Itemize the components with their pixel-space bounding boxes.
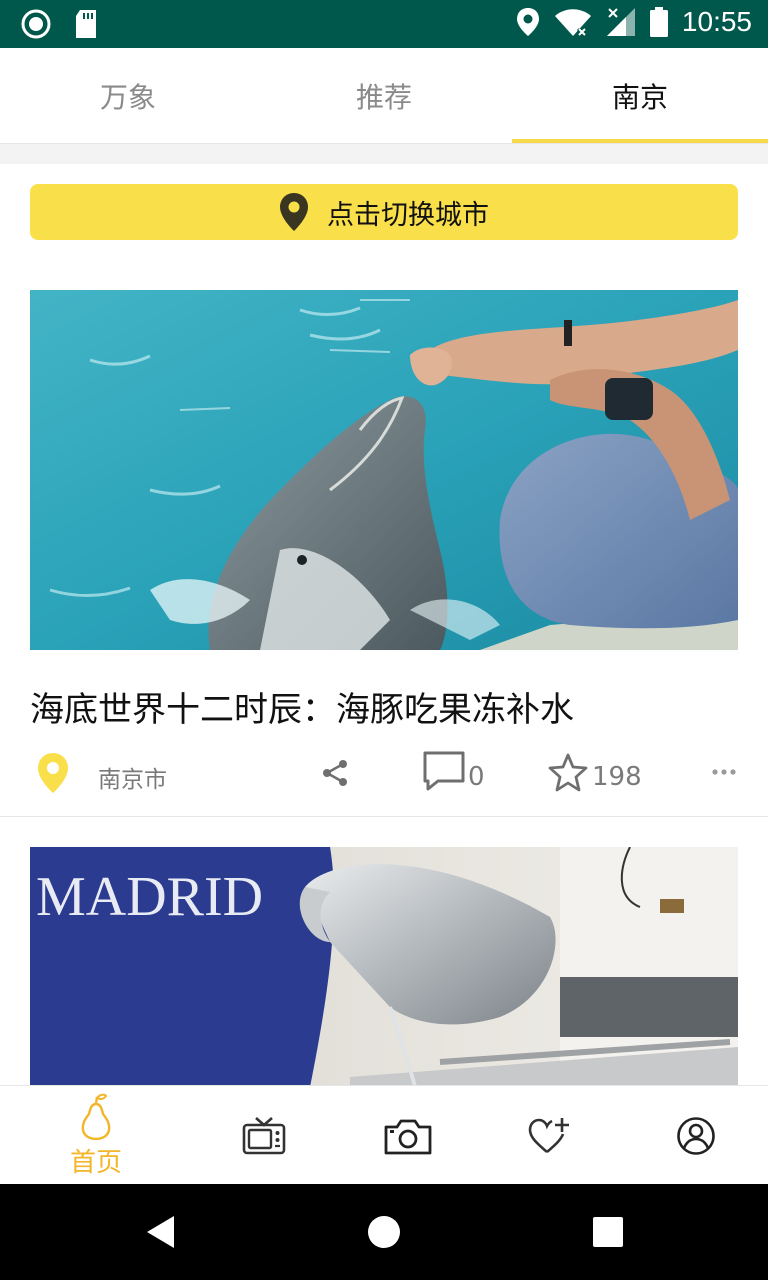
location-pin-icon	[280, 193, 308, 231]
share-icon[interactable]	[320, 758, 350, 788]
nav-home-label: 首页	[69, 1148, 122, 1178]
recents-square-icon	[593, 1217, 623, 1247]
tab-nanjing[interactable]: 南京	[512, 48, 768, 143]
app-screen: 10:55 万象 推荐 南京 点击切换城市 海底世界十二时辰：海豚吃果冻补水 南…	[0, 0, 768, 1280]
system-nav-bar	[0, 1184, 768, 1280]
back-button[interactable]	[136, 1208, 184, 1256]
star-icon[interactable]	[548, 752, 588, 792]
feed-item-image-2[interactable]: MADRID	[30, 847, 738, 1087]
signal-icon	[606, 8, 635, 36]
nav-tv[interactable]	[214, 1086, 314, 1185]
pear-icon	[81, 1093, 111, 1140]
heart-plus-icon	[528, 1117, 569, 1153]
comment-icon[interactable]	[422, 750, 466, 792]
switch-city-button[interactable]: 点击切换城市	[30, 184, 738, 240]
top-tabs: 万象 推荐 南京	[0, 48, 768, 144]
tv-icon	[242, 1116, 286, 1154]
comment-count: 0	[468, 762, 485, 792]
location-icon	[516, 8, 539, 36]
status-bar: 10:55	[0, 0, 768, 48]
circle-notification-icon	[21, 9, 51, 39]
status-left-icons	[20, 8, 100, 40]
nav-profile[interactable]	[646, 1086, 746, 1185]
status-time: 10:55	[681, 6, 752, 37]
madrid-shirt-text: MADRID	[36, 866, 263, 928]
recents-button[interactable]	[584, 1208, 632, 1256]
feed-item-meta: 南京市 0 198	[0, 744, 768, 804]
feed-item-location: 南京市	[98, 767, 167, 793]
home-circle-icon	[368, 1216, 400, 1248]
home-button[interactable]	[360, 1208, 408, 1256]
bottom-nav: 首页	[0, 1085, 768, 1184]
tabs-separator	[0, 144, 768, 164]
feed-item-title[interactable]: 海底世界十二时辰：海豚吃果冻补水	[30, 682, 574, 731]
camera-icon	[384, 1119, 432, 1154]
tab-recommend[interactable]: 推荐	[256, 48, 512, 143]
feed-divider	[0, 816, 768, 817]
star-count: 198	[592, 762, 642, 792]
feed-item-image[interactable]	[30, 290, 738, 650]
pouring-photo: MADRID	[30, 847, 738, 1087]
more-options-icon[interactable]	[712, 768, 736, 776]
tab-wanxiang[interactable]: 万象	[0, 48, 256, 143]
wifi-icon	[554, 9, 591, 37]
location-marker-icon	[38, 753, 68, 793]
back-triangle-icon	[147, 1216, 174, 1248]
nav-home[interactable]: 首页	[46, 1086, 146, 1185]
switch-city-label: 点击切换城市	[327, 199, 489, 231]
sd-card-icon	[76, 10, 96, 38]
status-right-icons: 10:55	[516, 6, 752, 38]
battery-icon	[649, 7, 668, 37]
nav-camera[interactable]	[358, 1086, 458, 1185]
nav-favorite[interactable]	[500, 1086, 600, 1185]
dolphin-photo	[30, 290, 738, 650]
user-icon	[677, 1116, 715, 1155]
